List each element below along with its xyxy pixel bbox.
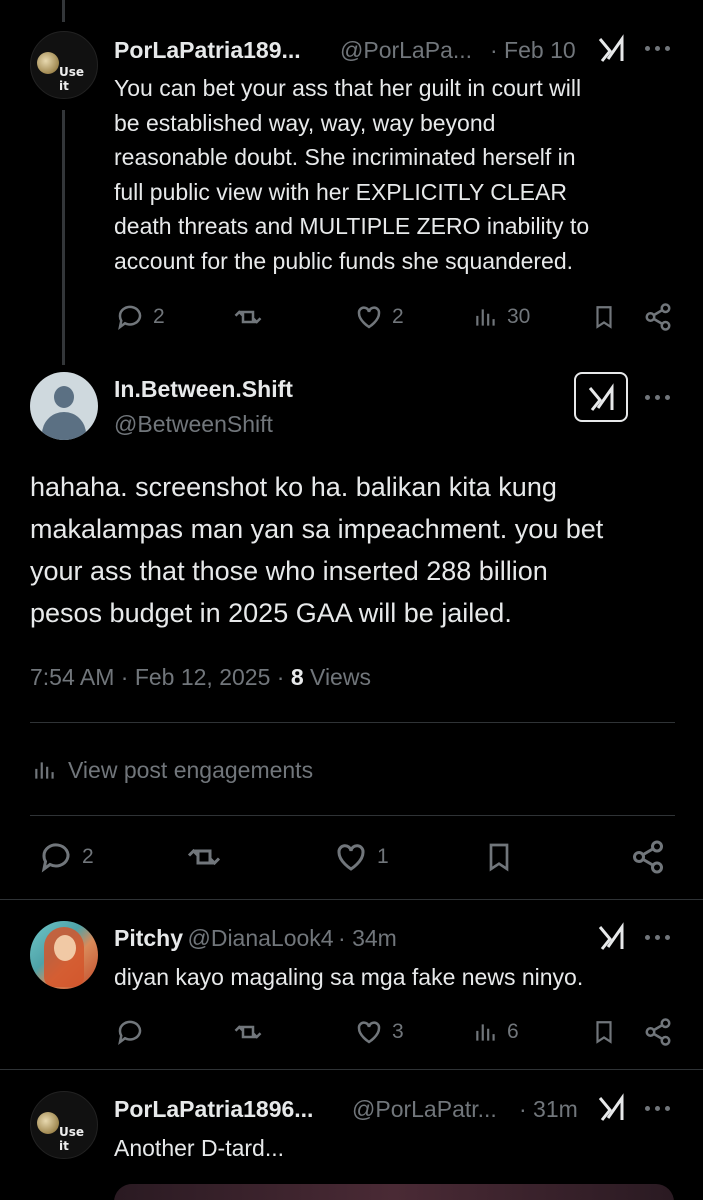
post-date[interactable]: · Feb 10 [490, 37, 576, 64]
avatar[interactable]: Use it [30, 1091, 98, 1159]
more-icon[interactable] [645, 45, 673, 53]
reply-button[interactable]: 2 [38, 839, 94, 875]
reply-icon [41, 843, 70, 873]
views-icon [476, 309, 495, 326]
author-name[interactable]: In.Between.Shift [114, 376, 293, 403]
author-name[interactable]: PorLaPatria1896... [114, 1096, 313, 1123]
grok-icon[interactable] [597, 1093, 627, 1123]
grok-icon[interactable] [597, 922, 627, 952]
share-icon[interactable] [643, 1017, 673, 1047]
post-text: diyan kayo magaling sa mga fake news nin… [114, 964, 584, 990]
more-icon[interactable] [645, 394, 673, 402]
post-metadata: 7:54 AM · Feb 12, 2025 · 8 Views [30, 664, 371, 691]
avatar-text: Use it [59, 1125, 85, 1153]
author-handle[interactable]: @PorLaPatr... [352, 1096, 497, 1123]
post-text: hahaha. screenshot ko ha. balikan kita k… [30, 472, 604, 628]
repost-icon [234, 310, 262, 324]
timestamp[interactable]: 7:54 AM · Feb 12, 2025 · [30, 664, 284, 690]
thread-line [62, 110, 65, 365]
views-icon [476, 1024, 495, 1041]
post-text: Another D-tard... [114, 1135, 285, 1161]
reply-icon [118, 305, 142, 330]
views-label: Views [310, 664, 371, 690]
post-date[interactable]: · 31m [519, 1096, 578, 1123]
grok-icon [588, 383, 614, 411]
author-handle[interactable]: @DianaLook4 [187, 925, 333, 951]
post-date[interactable]: · 34m [338, 925, 397, 951]
author-handle[interactable]: @PorLaPa... [340, 37, 472, 64]
divider [30, 722, 675, 723]
avatar[interactable] [30, 372, 98, 440]
like-icon [337, 844, 365, 871]
like-button[interactable]: 1 [333, 839, 389, 875]
avatar[interactable] [30, 921, 98, 989]
avatar[interactable]: Use it [30, 31, 98, 99]
grok-button[interactable] [574, 372, 628, 422]
media-preview[interactable] [114, 1184, 674, 1200]
repost-icon[interactable] [232, 1017, 264, 1047]
view-engagements-link[interactable]: View post engagements [32, 756, 313, 784]
views-button[interactable]: 6 [473, 1017, 519, 1047]
repost-icon[interactable] [185, 839, 223, 875]
views-count: 8 [290, 664, 304, 690]
bookmark-icon[interactable] [591, 1017, 617, 1047]
brain-logo-icon [37, 1112, 59, 1134]
bookmark-icon[interactable] [483, 839, 515, 875]
more-icon[interactable] [645, 934, 673, 942]
bookmark-icon[interactable] [591, 302, 617, 332]
grok-icon[interactable] [597, 34, 627, 64]
author-name[interactable]: PorLaPatria189... [114, 37, 301, 64]
author-handle[interactable]: @BetweenShift [114, 411, 273, 438]
thread-line-top [62, 0, 65, 22]
like-icon [357, 1021, 381, 1044]
reply-button[interactable]: 2 [115, 302, 165, 332]
divider [0, 899, 703, 900]
more-icon[interactable] [645, 1105, 673, 1113]
reply-icon[interactable] [115, 1017, 145, 1047]
like-button[interactable]: 2 [354, 302, 404, 332]
author-row: Pitchy @DianaLook4 · 34m [114, 925, 397, 952]
views-button[interactable]: 30 [473, 302, 530, 332]
repost-button[interactable] [232, 302, 264, 332]
brain-logo-icon [37, 52, 59, 74]
share-icon[interactable] [643, 302, 673, 332]
like-button[interactable]: 3 [354, 1017, 404, 1047]
share-icon[interactable] [630, 839, 666, 875]
avatar-text: Use it [59, 65, 85, 93]
views-icon [35, 762, 54, 779]
like-icon [357, 306, 381, 329]
divider [30, 815, 675, 816]
post-text: You can bet your ass that her guilt in c… [114, 75, 590, 274]
divider [0, 1069, 703, 1070]
author-name[interactable]: Pitchy [114, 925, 183, 951]
